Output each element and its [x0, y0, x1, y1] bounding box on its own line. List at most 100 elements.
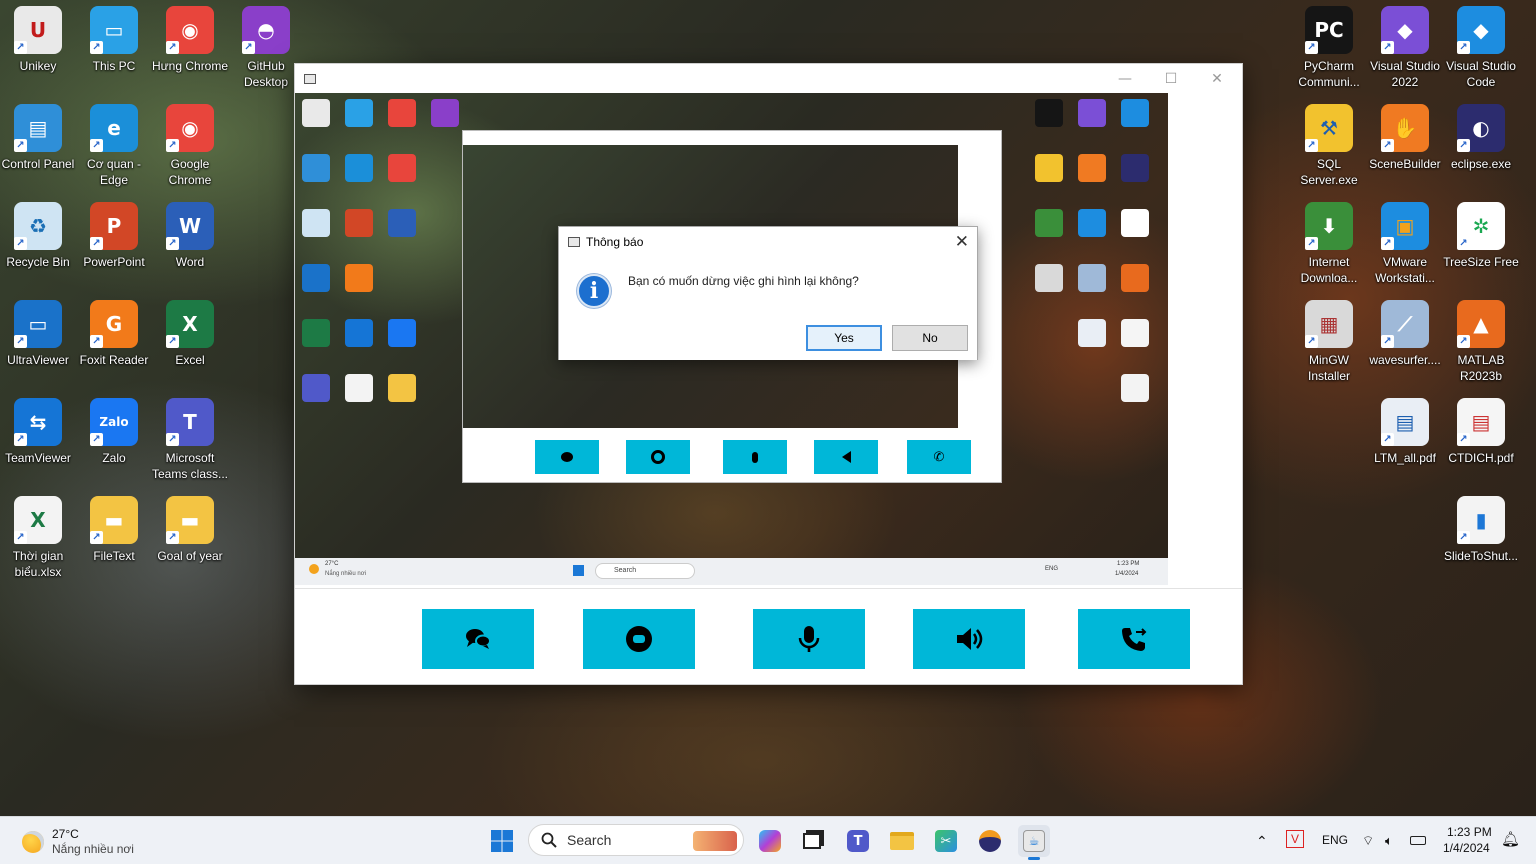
desktop-icon-ultraviewer[interactable]: ▭ ↗ UltraViewer [0, 300, 76, 368]
desktop-icon-unikey[interactable]: U ↗ Unikey [0, 6, 76, 74]
desktop-icon-filetext[interactable]: ▬ ↗ FileText [76, 496, 152, 564]
desktop-icon-vscode[interactable]: ◆ ↗ Visual Studio Code [1443, 6, 1519, 90]
desktop-icon-recycle-bin[interactable]: ♻ ↗ Recycle Bin [0, 202, 76, 270]
desktop-icon-ltm-all[interactable]: ▤ ↗ LTM_all.pdf [1367, 398, 1443, 466]
minimize-button[interactable]: — [1102, 64, 1148, 93]
shared-screen-icon-edge [345, 154, 373, 182]
desktop-icon-vmware[interactable]: ▣ ↗ VMware Workstati... [1367, 202, 1443, 286]
desktop-icon-scenebuilder[interactable]: ✋ ↗ SceneBuilder [1367, 104, 1443, 172]
shortcut-arrow-icon: ↗ [1381, 433, 1394, 446]
start-button[interactable] [486, 825, 518, 857]
wifi-icon[interactable]: ⌔ [1362, 833, 1374, 849]
shared-screen-icon-wavesurfer [1078, 264, 1106, 292]
clock-date[interactable]: 1/4/2024 [1443, 841, 1490, 855]
desktop-icon-ms-teams[interactable]: T ↗ Microsoft Teams class... [152, 398, 228, 482]
desktop-icon-label: PowerPoint [83, 255, 145, 269]
microphone-icon [798, 626, 820, 652]
desktop-icon-thoi-gian[interactable]: X ↗ Thời gian biểu.xlsx [0, 496, 76, 580]
desktop-icon-zalo[interactable]: Zalo ↗ Zalo [76, 398, 152, 466]
app-icon [304, 73, 316, 84]
desktop-icon-control-panel[interactable]: ▤ ↗ Control Panel [0, 104, 76, 172]
task-view-icon [803, 833, 821, 849]
screen-share-window: — ☐ ✕ ✆ 27°C Nắng nhiều nơi Search ENG 1… [294, 63, 1243, 685]
close-button[interactable]: ✕ [1194, 64, 1240, 93]
shortcut-arrow-icon: ↗ [14, 433, 27, 446]
thoi-gian-icon: X ↗ [14, 496, 62, 544]
shared-screen-icon-matlab [1121, 264, 1149, 292]
weather-widget[interactable]: 27°C Nắng nhiều nơi [22, 827, 134, 857]
desktop-icon-this-pc[interactable]: ▭ ↗ This PC [76, 6, 152, 74]
desktop-icon-goal-of-year[interactable]: ▬ ↗ Goal of year [152, 496, 228, 564]
desktop-icon-word[interactable]: W ↗ Word [152, 202, 228, 270]
shortcut-arrow-icon: ↗ [90, 139, 103, 152]
desktop-icon-google-chrome[interactable]: ◉ ↗ Google Chrome [152, 104, 228, 188]
ms-teams-icon: T ↗ [166, 398, 214, 446]
stop-recording-button[interactable] [583, 609, 695, 669]
copilot-taskbar-button[interactable] [754, 825, 786, 857]
volume-icon[interactable]: 🔈︎ [1385, 833, 1393, 849]
shared-screen-icon-zalo [388, 319, 416, 347]
active-app-taskbar-button[interactable]: ☕ [1018, 825, 1050, 860]
desktop-icon-hung-chrome[interactable]: ◉ ↗ Hưng Chrome [152, 6, 228, 74]
folder-icon [890, 832, 914, 850]
shared-screen-icon-idm [1035, 209, 1063, 237]
shortcut-arrow-icon: ↗ [242, 41, 255, 54]
dialog-close-button[interactable]: ✕ [955, 232, 969, 252]
eclipse-taskbar-button[interactable] [974, 825, 1006, 857]
notification-bell-icon[interactable]: 🔔︎ [1501, 830, 1520, 848]
snipping-tool-button[interactable]: ✂ [930, 825, 962, 857]
desktop-icon-treesize[interactable]: ✲ ↗ TreeSize Free [1443, 202, 1519, 270]
desktop-icon-edge[interactable]: e ↗ Cơ quan - Edge [76, 104, 152, 188]
unikey-icon: U ↗ [14, 6, 62, 54]
dialog-titlebar[interactable]: Thông báo [559, 227, 977, 256]
desktop-icon-slidetoshut[interactable]: ▮ ↗ SlideToShut... [1443, 496, 1519, 564]
language-indicator[interactable]: ENG [1322, 833, 1348, 847]
shortcut-arrow-icon: ↗ [90, 433, 103, 446]
eclipse-icon [979, 830, 1001, 852]
desktop-icon-eclipse[interactable]: ◐ ↗ eclipse.exe [1443, 104, 1519, 172]
desktop-icon-teamviewer[interactable]: ⇆ ↗ TeamViewer [0, 398, 76, 466]
desktop-icon-pycharm[interactable]: PC ↗ PyCharm Communi... [1291, 6, 1367, 90]
desktop-icon-wavesurfer[interactable]: ⟋ ↗ wavesurfer.... [1367, 300, 1443, 368]
desktop-icon-ctdich[interactable]: ▤ ↗ CTDICH.pdf [1443, 398, 1519, 466]
desktop-icon-powerpoint[interactable]: P ↗ PowerPoint [76, 202, 152, 270]
shortcut-arrow-icon: ↗ [1381, 237, 1394, 250]
inner-search-box: Search [595, 563, 695, 579]
yes-button[interactable]: Yes [806, 325, 882, 351]
desktop-icon-excel[interactable]: X ↗ Excel [152, 300, 228, 368]
teams-taskbar-button[interactable]: T [842, 825, 874, 857]
shared-screen-icon-mingw [1035, 264, 1063, 292]
window-titlebar[interactable]: — ☐ ✕ [295, 64, 1242, 93]
shortcut-arrow-icon: ↗ [1457, 433, 1470, 446]
inner-time: 1:23 PM [1117, 561, 1140, 567]
clock-time[interactable]: 1:23 PM [1447, 825, 1492, 839]
chat-button[interactable] [422, 609, 534, 669]
desktop-icon-label: PyCharm Communi... [1298, 59, 1360, 89]
desktop-icon-label: Microsoft Teams class... [151, 451, 229, 481]
task-view-button[interactable] [796, 825, 828, 857]
desktop-icon-label: Cơ quan - Edge [87, 157, 141, 187]
speaker-button[interactable] [913, 609, 1025, 669]
desktop-icon-matlab[interactable]: ▲ ↗ MATLAB R2023b [1443, 300, 1519, 384]
shortcut-arrow-icon: ↗ [1457, 237, 1470, 250]
shared-screen-icon-recycle-bin [302, 209, 330, 237]
taskbar-search-box[interactable]: Search [528, 824, 744, 856]
file-explorer-button[interactable] [886, 825, 918, 857]
microphone-button[interactable] [753, 609, 865, 669]
desktop-icon-vs2022[interactable]: ◆ ↗ Visual Studio 2022 [1367, 6, 1443, 90]
desktop-icon-sql-server[interactable]: ⚒ ↗ SQL Server.exe [1291, 104, 1367, 188]
desktop-icon-github-desktop[interactable]: ◓ ↗ GitHub Desktop [228, 6, 304, 90]
maximize-button[interactable]: ☐ [1148, 64, 1194, 93]
desktop-icon-foxit-reader[interactable]: G ↗ Foxit Reader [76, 300, 152, 368]
word-icon: W ↗ [166, 202, 214, 250]
desktop-icon-mingw[interactable]: ▦ ↗ MinGW Installer [1291, 300, 1367, 384]
desktop-icon-label: Control Panel [1, 157, 75, 171]
stop-record-icon [626, 626, 652, 652]
battery-icon[interactable] [1410, 836, 1426, 845]
nested-mic-button [723, 440, 787, 474]
no-button[interactable]: No [892, 325, 968, 351]
desktop-icon-idm[interactable]: ⬇ ↗ Internet Downloa... [1291, 202, 1367, 286]
unikey-tray-icon[interactable]: V [1286, 830, 1304, 848]
call-transfer-button[interactable] [1078, 609, 1190, 669]
show-hidden-icons-chevron[interactable]: ⌃ [1256, 833, 1268, 850]
